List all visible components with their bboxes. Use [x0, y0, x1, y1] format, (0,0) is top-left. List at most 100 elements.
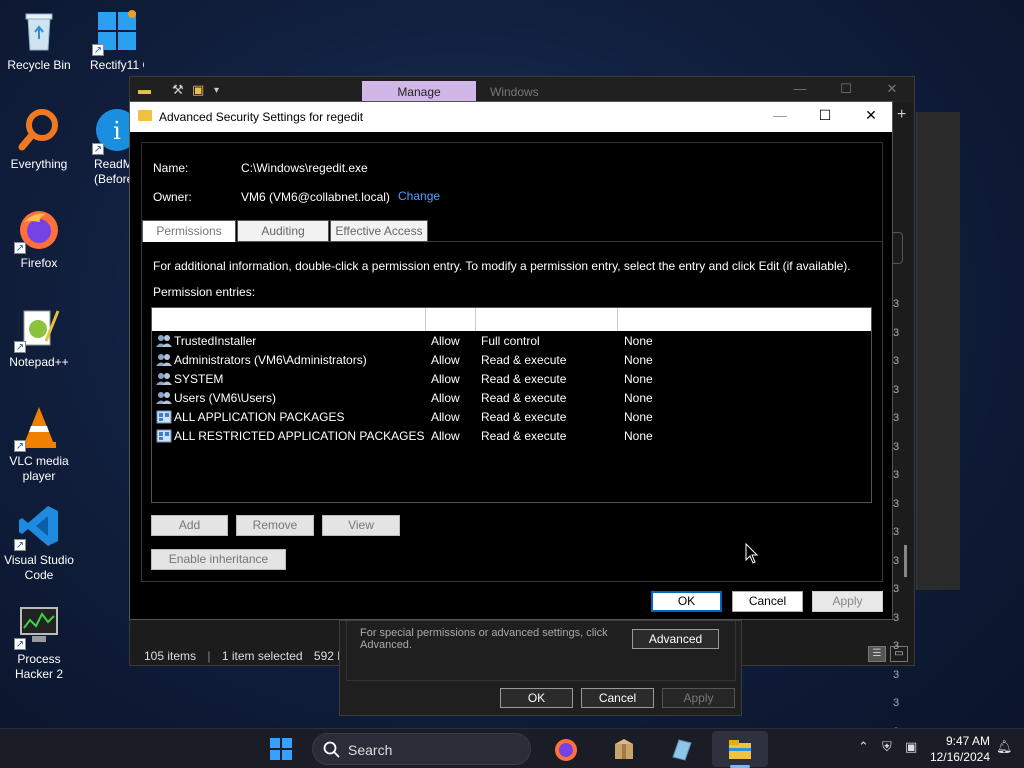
column-separator[interactable] — [425, 308, 426, 331]
wrench-icon[interactable]: ⚒ — [172, 82, 184, 98]
properties-dialog: For special permissions or advanced sett… — [339, 620, 742, 716]
desktop-icon-recycle-bin[interactable]: Recycle Bin — [0, 8, 78, 73]
column-separator[interactable] — [617, 308, 618, 331]
type-cell: Allow — [431, 372, 460, 386]
tab-effective-access[interactable]: Effective Access — [330, 220, 428, 242]
name-label: Name: — [153, 161, 189, 175]
add-button: Add — [151, 515, 228, 536]
shortcut-arrow-icon: ↗ — [14, 440, 26, 452]
everything-search-icon — [16, 107, 62, 153]
principal-cell: SYSTEM — [174, 372, 224, 386]
table-row[interactable]: ALL APPLICATION PACKAGES Allow Read & exec… — [152, 408, 871, 427]
search-placeholder: Search — [348, 742, 393, 758]
desktop-icon-process-hacker[interactable]: ↗ Process Hacker 2 — [0, 602, 78, 682]
explorer-row-fragment: 3 — [893, 611, 900, 624]
change-owner-link[interactable]: Change — [398, 189, 440, 203]
tab-auditing[interactable]: Auditing — [237, 220, 329, 242]
maximize-icon[interactable]: ☐ — [836, 81, 856, 97]
explorer-row-fragment: 3 — [893, 640, 900, 652]
properties-cancel-button[interactable]: Cancel — [581, 688, 654, 708]
shortcut-arrow-icon: ↗ — [92, 44, 104, 56]
chevron-down-icon[interactable]: ▾ — [214, 85, 219, 96]
access-cell: Full control — [481, 334, 540, 348]
desktop-icon-everything[interactable]: Everything — [0, 107, 78, 172]
inherited-from-cell: None — [624, 353, 653, 367]
taskbar-file-explorer-icon[interactable] — [726, 735, 754, 763]
network-icon[interactable]: ▣ — [905, 739, 917, 755]
explorer-status-bar: 105 items | 1 item selected 592 KB — [144, 649, 361, 663]
desktop-icon-label: Notepad++ — [9, 355, 69, 369]
desktop-icon-label: ReadM (Before U — [94, 157, 134, 186]
close-icon[interactable]: ✕ — [882, 81, 902, 97]
taskbar-search-box[interactable]: Search — [312, 733, 531, 765]
desktop-icon-label: Visual Studio Code — [4, 553, 74, 582]
desktop-icon-vscode[interactable]: ↗ Visual Studio Code — [0, 503, 78, 583]
maximize-icon[interactable]: ☐ — [810, 107, 840, 124]
tab-permissions[interactable]: Permissions — [142, 220, 236, 242]
chevron-up-icon[interactable]: ⌃ — [858, 739, 869, 755]
apply-button: Apply — [812, 591, 883, 612]
table-row[interactable]: SYSTEM Allow Read & execute None — [152, 370, 871, 389]
view-button: View — [322, 515, 400, 536]
explorer-location-tab[interactable]: Windows — [490, 81, 590, 103]
desktop-icon-vlc[interactable]: ↗ VLC media player — [0, 404, 78, 484]
explorer-search-box[interactable] — [893, 232, 903, 264]
taskbar-package-icon[interactable] — [610, 735, 638, 763]
access-cell: Read & execute — [481, 353, 567, 367]
explorer-row-fragment: 3 — [893, 554, 900, 567]
inherited-from-cell: None — [624, 391, 653, 405]
minimize-icon[interactable]: — — [790, 81, 810, 96]
svg-text:i: i — [113, 117, 121, 145]
permission-list-header[interactable] — [152, 308, 871, 331]
app-package-icon — [156, 410, 172, 424]
principal-cell: ALL APPLICATION PACKAGES — [174, 410, 345, 424]
explorer-row-fragment: 3 — [893, 668, 900, 681]
cancel-button[interactable]: Cancel — [732, 591, 803, 612]
properties-ok-button[interactable]: OK — [500, 688, 573, 708]
type-cell: Allow — [431, 429, 460, 443]
table-row[interactable]: Administrators (VM6\Administrators) Allow… — [152, 351, 871, 370]
folder-icon — [138, 110, 152, 121]
name-value: C:\Windows\regedit.exe — [241, 161, 368, 175]
explorer-title-bar: ▬ ⚒ ▣ ▾ Manage Windows — ☐ ✕ — [130, 77, 914, 103]
properties-advanced-button[interactable]: Advanced — [632, 629, 719, 649]
explorer-scrollbar[interactable] — [904, 545, 907, 577]
table-row[interactable]: ALL RESTRICTED APPLICATION PACKAGES Allow… — [152, 427, 871, 446]
new-tab-icon[interactable]: + — [897, 106, 906, 124]
details-view-icon[interactable]: ☰ — [868, 646, 886, 662]
notification-bell-icon[interactable]: 🔔︎ — [996, 739, 1013, 755]
start-button-icon[interactable] — [267, 735, 295, 763]
vscode-icon: ↗ — [14, 503, 62, 551]
taskbar-firefox-icon[interactable] — [552, 735, 580, 763]
desktop-icon-label: Firefox — [20, 256, 58, 270]
permission-entries-list[interactable]: TrustedInstaller Allow Full control None Adm… — [151, 307, 872, 503]
enable-inheritance-button[interactable]: Enable inheritance — [151, 549, 286, 570]
shortcut-arrow-icon: ↗ — [92, 143, 104, 155]
column-separator[interactable] — [475, 308, 476, 331]
table-row[interactable]: Users (VM6\Users) Allow Read & execute None — [152, 389, 871, 408]
desktop-icon-rectify11[interactable]: ↗ Rectify11 Contro — [78, 8, 156, 73]
principal-cell: Administrators (VM6\Administrators) — [174, 353, 367, 367]
users-icon — [156, 372, 172, 386]
close-icon[interactable]: ✕ — [856, 107, 886, 124]
clock-date: 12/16/2024 — [929, 750, 990, 764]
shortcut-arrow-icon: ↗ — [14, 539, 26, 551]
status-separator: | — [207, 649, 211, 663]
taskbar-app-icon[interactable] — [667, 735, 695, 763]
users-icon — [156, 334, 172, 348]
explorer-row-fragment: 3 — [893, 440, 900, 453]
security-tray-icon[interactable]: ⛨ — [882, 739, 892, 755]
remove-button: Remove — [236, 515, 314, 536]
system-clock[interactable]: 9:47 AM 12/16/2024 — [928, 733, 990, 765]
new-folder-icon[interactable]: ▣ — [192, 82, 204, 98]
shortcut-arrow-icon: ↗ — [14, 341, 26, 353]
desktop-icon-notepadpp[interactable]: ↗ Notepad++ — [0, 305, 78, 370]
type-cell: Allow — [431, 391, 460, 405]
desktop-icon-label: Recycle Bin — [7, 58, 71, 72]
ok-button[interactable]: OK — [651, 591, 722, 612]
owner-label: Owner: — [153, 190, 192, 204]
desktop-icon-firefox[interactable]: ↗ Firefox — [0, 206, 78, 271]
minimize-icon: — — [773, 107, 787, 123]
manage-ribbon-tab[interactable]: Manage — [362, 81, 476, 103]
table-row[interactable]: TrustedInstaller Allow Full control None — [152, 332, 871, 351]
